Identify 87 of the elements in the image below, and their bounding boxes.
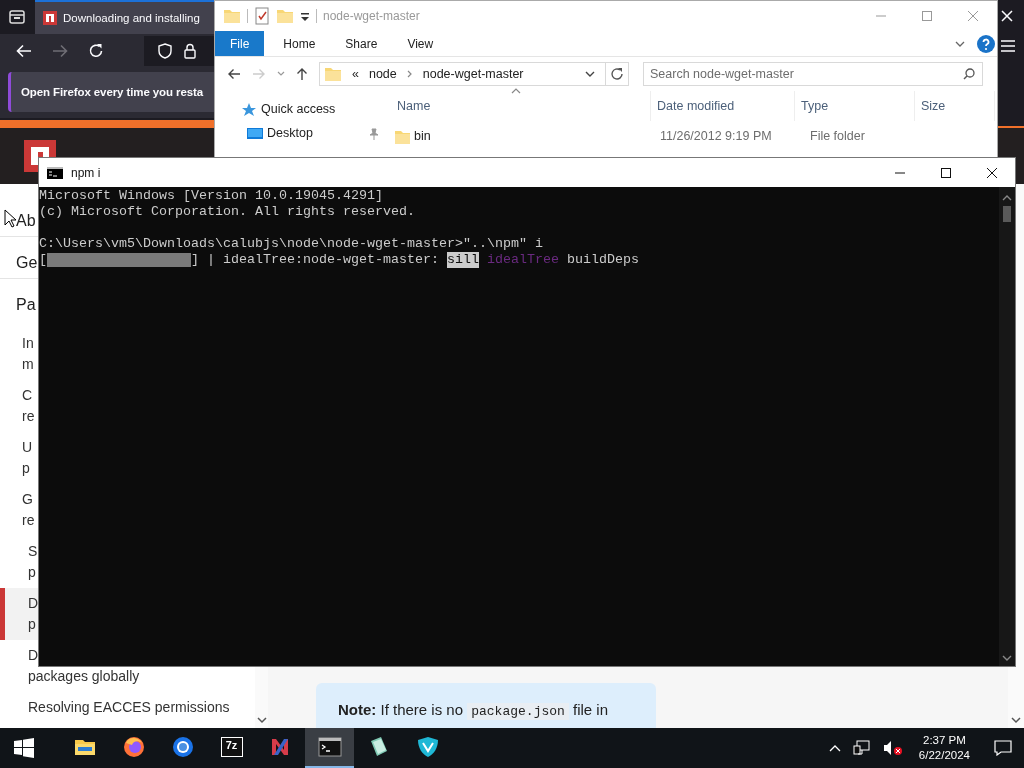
- maximize-icon[interactable]: [940, 166, 952, 179]
- npm-logo-icon: [43, 11, 57, 25]
- star-icon: [241, 101, 257, 117]
- column-header[interactable]: Date modified: [651, 91, 795, 121]
- ribbon-tab[interactable]: Share: [330, 31, 393, 56]
- sidebar-link[interactable]: m: [22, 354, 34, 375]
- tab-list-icon[interactable]: [9, 10, 25, 24]
- pin-icon[interactable]: [369, 128, 379, 140]
- notifications-icon[interactable]: [994, 740, 1012, 756]
- console-text: (c) Microsoft Corporation. All rights reserved.: [39, 204, 415, 220]
- sidebar-link[interactable]: p: [28, 562, 36, 583]
- window-title: node-wget-master: [323, 9, 420, 23]
- taskbar-button[interactable]: [305, 728, 354, 768]
- menu-icon[interactable]: [1001, 40, 1015, 52]
- console-text: Microsoft Windows [Version 10.0.19045.4291]: [39, 188, 383, 204]
- help-icon[interactable]: [977, 34, 995, 53]
- address-bar[interactable]: « node node-wget-master: [319, 62, 629, 86]
- properties-icon[interactable]: [254, 7, 270, 25]
- search-field[interactable]: Search node-wget-master: [643, 62, 983, 86]
- sidebar-link[interactable]: Ab: [16, 210, 36, 231]
- ribbon-tab[interactable]: Home: [268, 31, 331, 56]
- console-text: buildDeps: [566, 252, 639, 268]
- sidebar-link[interactable]: packages globally: [28, 666, 140, 687]
- sidebar-link[interactable]: G: [22, 489, 33, 510]
- mouse-cursor-icon: [4, 209, 16, 228]
- show-hidden-icons-icon[interactable]: [828, 744, 841, 752]
- sidebar-link[interactable]: Ge: [16, 252, 38, 273]
- volume-muted-icon[interactable]: [882, 740, 903, 756]
- archive-icon: [219, 735, 244, 759]
- sidebar-link[interactable]: p: [28, 614, 36, 635]
- chevron-icon: [406, 70, 413, 78]
- firefox-icon: [121, 735, 146, 759]
- shield-icon: [415, 735, 440, 759]
- sidebar-link[interactable]: U: [22, 437, 33, 458]
- search-icon[interactable]: [963, 68, 975, 80]
- dropdown-icon[interactable]: [585, 70, 595, 78]
- log-level-text: sill: [446, 252, 479, 268]
- sidebar-link[interactable]: D: [28, 593, 39, 614]
- note-text: Note: If there is no package.json file in: [338, 701, 609, 719]
- up-icon[interactable]: [296, 67, 308, 81]
- clock[interactable]: 2:37 PM 6/22/2024: [918, 733, 970, 763]
- browser-tab[interactable]: Downloading and installing: [35, 0, 214, 34]
- table-cell-text: File folder: [809, 128, 866, 143]
- window-title: npm i: [71, 165, 101, 180]
- app-logo-text: 7z: [224, 739, 239, 751]
- sidebar-link[interactable]: Pa: [16, 294, 36, 315]
- log-level-text: idealTree: [486, 252, 559, 268]
- scroll-down-icon[interactable]: [1002, 654, 1012, 662]
- command-prompt-icon: [47, 166, 63, 179]
- desktop-icon: [247, 125, 263, 141]
- scroll-up-icon[interactable]: [1002, 194, 1012, 202]
- folder-icon: [324, 65, 342, 83]
- lock-icon[interactable]: [184, 43, 196, 59]
- scroll-down-icon[interactable]: [1011, 716, 1021, 724]
- sidebar-link[interactable]: C: [22, 385, 33, 406]
- scrollbar-thumb[interactable]: [1003, 206, 1011, 222]
- file-name[interactable]: bin: [414, 128, 431, 143]
- taskbar-button[interactable]: 7z: [207, 728, 256, 768]
- scroll-down-icon[interactable]: [256, 716, 267, 724]
- table-cell-text: 11/26/2012 9:19 PM: [659, 128, 773, 143]
- recent-locations-icon[interactable]: [277, 71, 285, 77]
- sidebar-link[interactable]: Resolving EACCES permissions: [28, 697, 230, 718]
- sidebar-link[interactable]: p: [22, 458, 30, 479]
- console-text: [: [39, 252, 47, 268]
- sidebar-link[interactable]: In: [22, 333, 34, 354]
- network-icon[interactable]: [852, 740, 871, 756]
- close-icon[interactable]: [986, 166, 998, 179]
- back-icon[interactable]: [227, 68, 241, 80]
- ribbon-tab[interactable]: View: [392, 31, 449, 56]
- sidebar-link[interactable]: D: [28, 645, 39, 666]
- shield-icon[interactable]: [158, 43, 172, 59]
- sidebar-link[interactable]: S: [28, 541, 38, 562]
- reload-icon[interactable]: [88, 43, 104, 59]
- column-header[interactable]: Type: [795, 91, 915, 121]
- expand-ribbon-icon[interactable]: [955, 39, 965, 48]
- console-text: ] | idealTree:node-wget-master:: [191, 252, 439, 268]
- sidebar-link[interactable]: re: [22, 510, 35, 531]
- sort-ascending-icon[interactable]: [511, 88, 521, 94]
- sidebar-link[interactable]: re: [22, 406, 35, 427]
- ribbon-tab[interactable]: File: [215, 31, 265, 56]
- forward-icon[interactable]: [52, 44, 68, 58]
- column-header[interactable]: Name: [391, 91, 651, 121]
- console-text: C:\Users\vm5\Downloads\calubjs\node\node-wget-master>"..\npm" i: [39, 236, 543, 252]
- column-header[interactable]: Size: [915, 91, 995, 121]
- command-prompt-icon: [317, 735, 342, 759]
- chrome-icon: [170, 735, 195, 759]
- nav-item[interactable]: Desktop: [241, 121, 385, 145]
